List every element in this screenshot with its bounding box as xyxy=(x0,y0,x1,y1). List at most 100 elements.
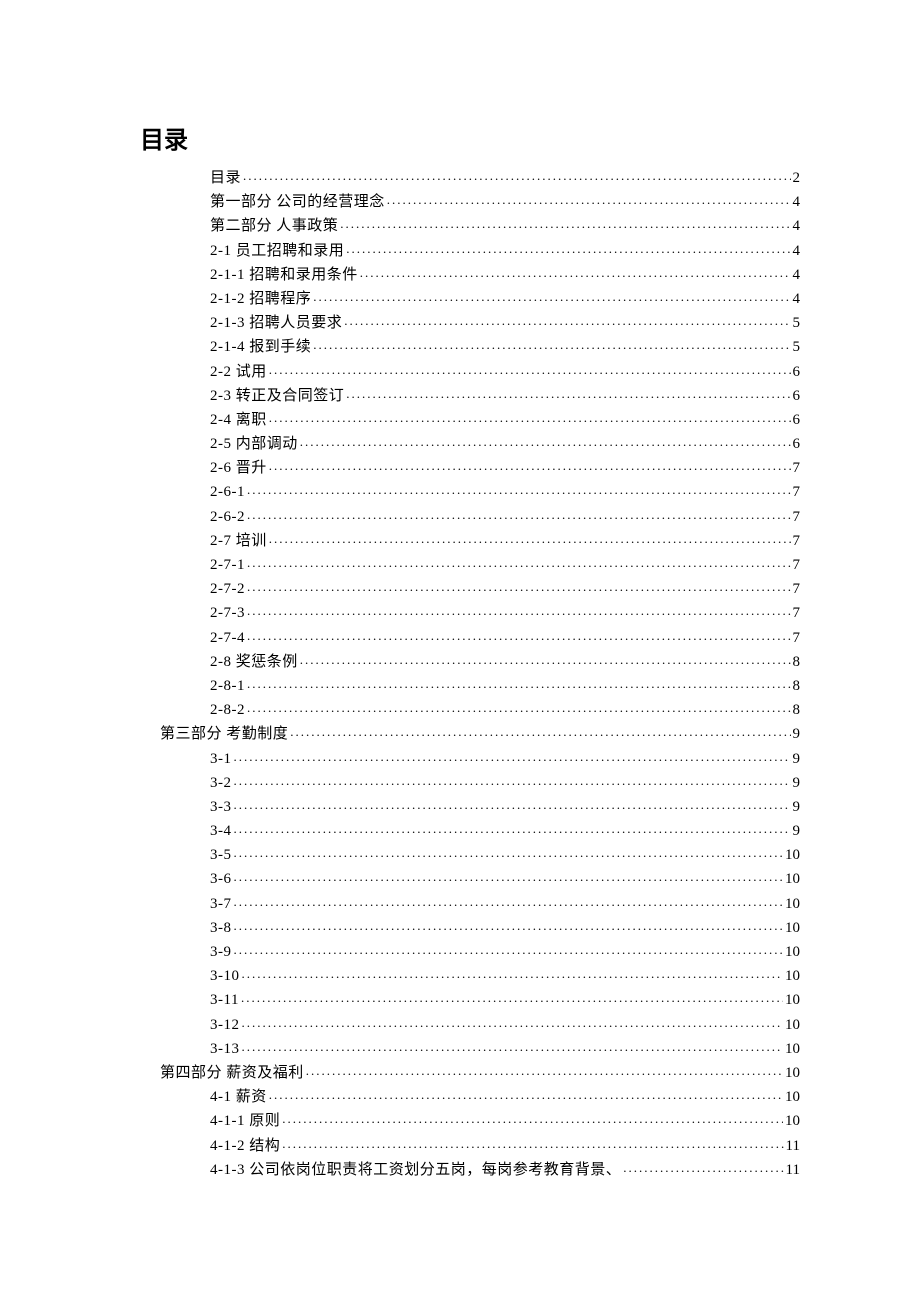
toc-label: 3-10 xyxy=(210,969,240,984)
toc-leader-dots xyxy=(269,1086,783,1101)
toc-leader-dots xyxy=(234,893,784,908)
toc-entry[interactable]: 2-5 内部调动6 xyxy=(210,433,800,452)
toc-entry[interactable]: 2-1 员工招聘和录用4 xyxy=(210,240,800,259)
toc-leader-dots xyxy=(282,1110,783,1125)
toc-page-number: 10 xyxy=(785,1090,800,1105)
toc-page-number: 6 xyxy=(793,365,801,380)
toc-entry[interactable]: 4-1 薪资10 xyxy=(210,1086,800,1105)
toc-page-number: 9 xyxy=(793,752,801,767)
toc-entry[interactable]: 2-6 晋升7 xyxy=(210,457,800,476)
toc-leader-dots xyxy=(282,1135,783,1150)
toc-page-number: 6 xyxy=(793,437,801,452)
toc-leader-dots xyxy=(306,1062,783,1077)
toc-entry[interactable]: 3-610 xyxy=(210,868,800,887)
toc-leader-dots xyxy=(241,989,783,1004)
toc-entry[interactable]: 目录2 xyxy=(210,167,800,186)
toc-entry[interactable]: 2-8-28 xyxy=(210,699,800,718)
toc-entry[interactable]: 2-7-37 xyxy=(210,602,800,621)
toc-leader-dots xyxy=(242,1014,784,1029)
toc-label: 2-7-1 xyxy=(210,558,245,573)
toc-page-number: 2 xyxy=(793,171,801,186)
toc-page-number: 4 xyxy=(793,244,801,259)
toc-entry[interactable]: 2-1-1 招聘和录用条件4 xyxy=(210,264,800,283)
toc-entry[interactable]: 2-7 培训7 xyxy=(210,530,800,549)
toc-entry[interactable]: 2-6-27 xyxy=(210,506,800,525)
toc-leader-dots xyxy=(269,457,791,472)
toc-entry[interactable]: 2-1-2 招聘程序4 xyxy=(210,288,800,307)
toc-entry[interactable]: 2-1-3 招聘人员要求5 xyxy=(210,312,800,331)
toc-page-number: 8 xyxy=(793,679,801,694)
toc-entry[interactable]: 2-2 试用6 xyxy=(210,361,800,380)
toc-entry[interactable]: 3-510 xyxy=(210,844,800,863)
toc-leader-dots xyxy=(269,530,791,545)
toc-leader-dots xyxy=(340,215,790,230)
toc-leader-dots xyxy=(387,191,791,206)
toc-entry[interactable]: 2-7-1 7 xyxy=(210,554,800,573)
toc-label: 4-1-3 公司依岗位职责将工资划分五岗，每岗参考教育背景、 xyxy=(210,1163,621,1178)
toc-label: 3-12 xyxy=(210,1018,240,1033)
toc-page-number: 9 xyxy=(793,727,801,742)
toc-label: 2-1-2 招聘程序 xyxy=(210,292,311,307)
toc-entry[interactable]: 4-1-2 结构11 xyxy=(210,1135,800,1154)
toc-entry[interactable]: 3-810 xyxy=(210,917,800,936)
toc-label: 3-8 xyxy=(210,921,232,936)
toc-page-number: 7 xyxy=(793,461,801,476)
toc-label: 2-4 离职 xyxy=(210,413,267,428)
toc-page-number: 4 xyxy=(793,268,801,283)
toc-label: 第四部分 薪资及福利 xyxy=(160,1066,304,1081)
toc-label: 3-4 xyxy=(210,824,232,839)
toc-entry[interactable]: 3-1110 xyxy=(210,989,800,1008)
toc-page-number: 10 xyxy=(785,1066,800,1081)
toc-entry[interactable]: 3-9 10 xyxy=(210,941,800,960)
toc-entry[interactable]: 2-8 奖惩条例8 xyxy=(210,651,800,670)
toc-leader-dots xyxy=(300,651,791,666)
toc-entry[interactable]: 3-1 9 xyxy=(210,748,800,767)
toc-leader-dots xyxy=(234,917,784,932)
toc-page-number: 10 xyxy=(785,1114,800,1129)
toc-label: 4-1-1 原则 xyxy=(210,1114,280,1129)
toc-label: 2-7-4 xyxy=(210,631,245,646)
toc-entry[interactable]: 第三部分 考勤制度9 xyxy=(160,723,800,742)
toc-leader-dots xyxy=(313,336,790,351)
toc-page-number: 7 xyxy=(793,485,801,500)
toc-entry[interactable]: 第一部分 公司的经营理念4 xyxy=(210,191,800,210)
toc-label: 4-1-2 结构 xyxy=(210,1139,280,1154)
toc-label: 3-1 xyxy=(210,752,232,767)
toc-page-number: 10 xyxy=(785,872,800,887)
toc-leader-dots xyxy=(247,675,791,690)
toc-page-number: 9 xyxy=(793,800,801,815)
toc-entry[interactable]: 第二部分 人事政策4 xyxy=(210,215,800,234)
toc-page-number: 10 xyxy=(785,1042,800,1057)
toc-entry[interactable]: 2-7-47 xyxy=(210,627,800,646)
toc-entry[interactable]: 4-1-3 公司依岗位职责将工资划分五岗，每岗参考教育背景、11 xyxy=(210,1159,800,1178)
toc-entry[interactable]: 2-1-4 报到手续5 xyxy=(210,336,800,355)
toc-label: 3-2 xyxy=(210,776,232,791)
toc-leader-dots xyxy=(247,506,791,521)
toc-entry[interactable]: 3-49 xyxy=(210,820,800,839)
toc-page-number: 7 xyxy=(793,558,801,573)
toc-leader-dots xyxy=(234,796,791,811)
toc-entry[interactable]: 3-10 10 xyxy=(210,965,800,984)
toc-label: 3-9 xyxy=(210,945,232,960)
toc-page-number: 10 xyxy=(785,969,800,984)
toc-page-number: 10 xyxy=(785,945,800,960)
toc-entry[interactable]: 第四部分 薪资及福利 10 xyxy=(160,1062,800,1081)
toc-entry[interactable]: 2-7-27 xyxy=(210,578,800,597)
toc-page-number: 10 xyxy=(785,848,800,863)
toc-entry[interactable]: 4-1-1 原则 10 xyxy=(210,1110,800,1129)
toc-entry[interactable]: 2-6-17 xyxy=(210,481,800,500)
toc-leader-dots xyxy=(234,748,791,763)
toc-label: 3-13 xyxy=(210,1042,240,1057)
toc-entry[interactable]: 2-8-1 8 xyxy=(210,675,800,694)
toc-entry[interactable]: 3-13 10 xyxy=(210,1038,800,1057)
page-title: 目录 xyxy=(140,120,800,155)
toc-leader-dots xyxy=(300,433,791,448)
toc-entry[interactable]: 3-29 xyxy=(210,772,800,791)
toc-label: 2-8-1 xyxy=(210,679,245,694)
toc-entry[interactable]: 3-1210 xyxy=(210,1014,800,1033)
toc-label: 2-7 培训 xyxy=(210,534,267,549)
toc-entry[interactable]: 2-4 离职6 xyxy=(210,409,800,428)
toc-entry[interactable]: 3-39 xyxy=(210,796,800,815)
toc-entry[interactable]: 2-3 转正及合同签订6 xyxy=(210,385,800,404)
toc-entry[interactable]: 3-710 xyxy=(210,893,800,912)
